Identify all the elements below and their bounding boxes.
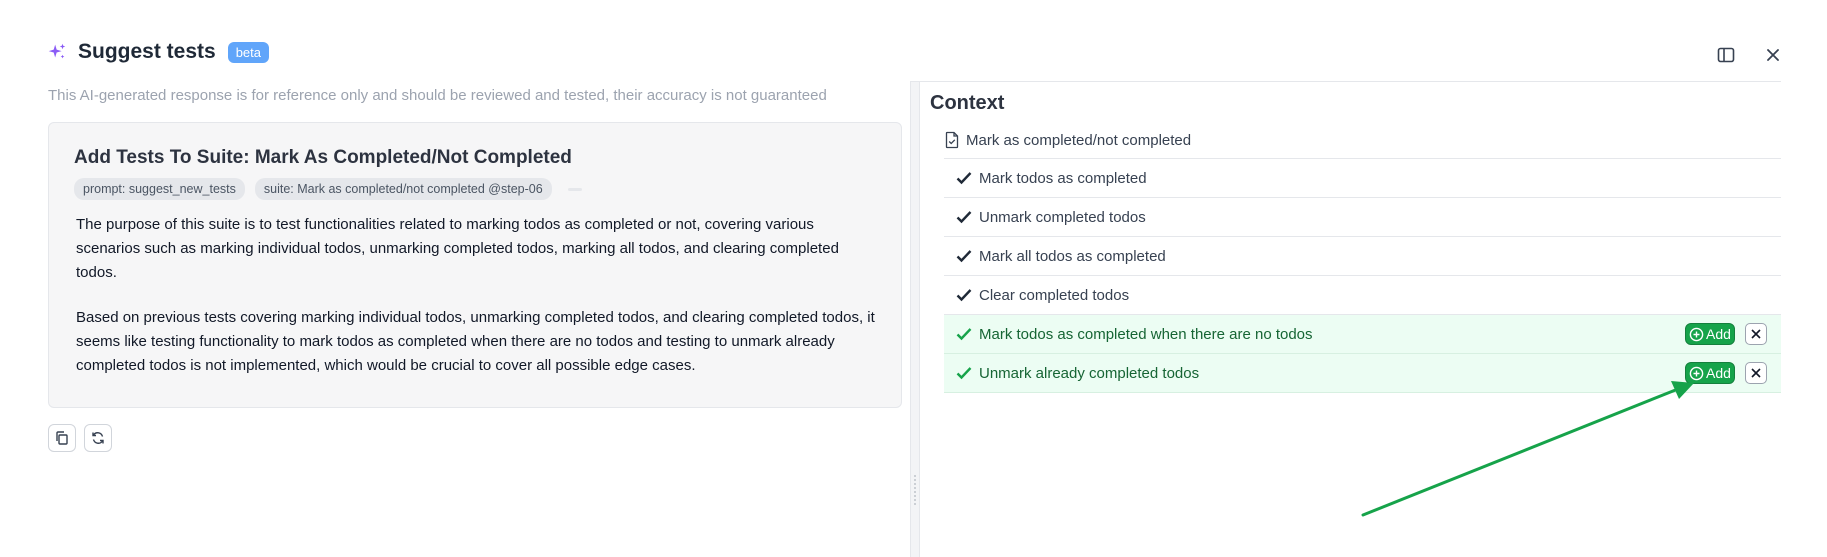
- check-icon: [956, 172, 972, 185]
- test-label: Unmark completed todos: [979, 208, 1146, 226]
- suggested-test-row[interactable]: Mark todos as completed when there are n…: [944, 315, 1781, 354]
- suite-tag: suite: Mark as completed/not completed @…: [254, 178, 552, 200]
- test-row[interactable]: Mark all todos as completed: [944, 237, 1781, 276]
- close-icon: [1767, 49, 1779, 61]
- title-group: Suggest tests beta: [46, 40, 270, 64]
- close-button[interactable]: [1760, 42, 1786, 68]
- suggested-test-label: Unmark already completed todos: [979, 364, 1200, 382]
- check-icon: [956, 250, 972, 263]
- ai-disclaimer: This AI-generated response is for refere…: [48, 87, 827, 104]
- test-row[interactable]: Unmark completed todos: [944, 198, 1781, 237]
- analysis-paragraph: Based on previous tests covering marking…: [76, 309, 875, 374]
- test-label: Clear completed todos: [979, 286, 1130, 304]
- panel-resize-handle[interactable]: [910, 82, 920, 557]
- suite-row[interactable]: Mark as completed/not completed: [944, 122, 1781, 159]
- check-icon: [956, 211, 972, 224]
- add-label: Add: [1706, 365, 1731, 381]
- grip-icon: [913, 474, 917, 506]
- tag-list: prompt: suggest_new_tests suite: Mark as…: [74, 178, 582, 200]
- response-panel: This AI-generated response is for refere…: [48, 82, 910, 557]
- card-title: Add Tests To Suite: Mark As Completed/No…: [74, 147, 572, 168]
- dismiss-test-button[interactable]: [1745, 362, 1767, 384]
- prompt-tag: prompt: suggest_new_tests: [74, 178, 245, 200]
- test-list: Mark todos as completed Unmark completed…: [944, 159, 1781, 393]
- test-row[interactable]: Clear completed todos: [944, 276, 1781, 315]
- modal-header: Suggest tests beta: [0, 0, 1827, 82]
- tag-placeholder: [567, 187, 582, 191]
- copy-button[interactable]: [48, 424, 76, 452]
- panel-toggle-button[interactable]: [1713, 42, 1739, 68]
- row-actions: Add: [1685, 323, 1767, 345]
- check-icon: [956, 289, 972, 302]
- add-test-button[interactable]: Add: [1685, 362, 1735, 384]
- row-actions: Add: [1685, 362, 1767, 384]
- beta-badge: beta: [227, 41, 270, 63]
- plus-circle-icon: [1689, 366, 1704, 380]
- copy-icon: [56, 431, 68, 445]
- x-icon: [1751, 329, 1761, 339]
- add-test-button[interactable]: Add: [1685, 323, 1735, 345]
- test-label: Mark all todos as completed: [979, 247, 1166, 265]
- sparkle-icon: [48, 43, 66, 59]
- check-icon: [956, 328, 972, 341]
- suggested-test-row[interactable]: Unmark already completed todos Add: [944, 354, 1781, 393]
- response-actions: [48, 424, 112, 452]
- file-check-icon: [945, 131, 959, 149]
- x-icon: [1751, 368, 1761, 378]
- purpose-paragraph: The purpose of this suite is to test fun…: [76, 216, 839, 281]
- plus-circle-icon: [1689, 327, 1704, 341]
- context-title: Context: [930, 92, 1005, 114]
- dismiss-test-button[interactable]: [1745, 323, 1767, 345]
- regenerate-button[interactable]: [84, 424, 112, 452]
- check-icon: [956, 367, 972, 380]
- page-title: Suggest tests: [78, 40, 216, 63]
- context-panel: Context Mark as completed/not completed …: [920, 82, 1781, 557]
- suggestion-card: Add Tests To Suite: Mark As Completed/No…: [48, 122, 902, 408]
- test-label: Mark todos as completed: [979, 169, 1147, 187]
- panel-toggle-icon: [1717, 47, 1735, 63]
- refresh-icon: [92, 432, 104, 444]
- suggested-test-label: Mark todos as completed when there are n…: [979, 325, 1313, 343]
- test-row[interactable]: Mark todos as completed: [944, 159, 1781, 198]
- suite-name: Mark as completed/not completed: [966, 131, 1192, 149]
- add-label: Add: [1706, 326, 1731, 342]
